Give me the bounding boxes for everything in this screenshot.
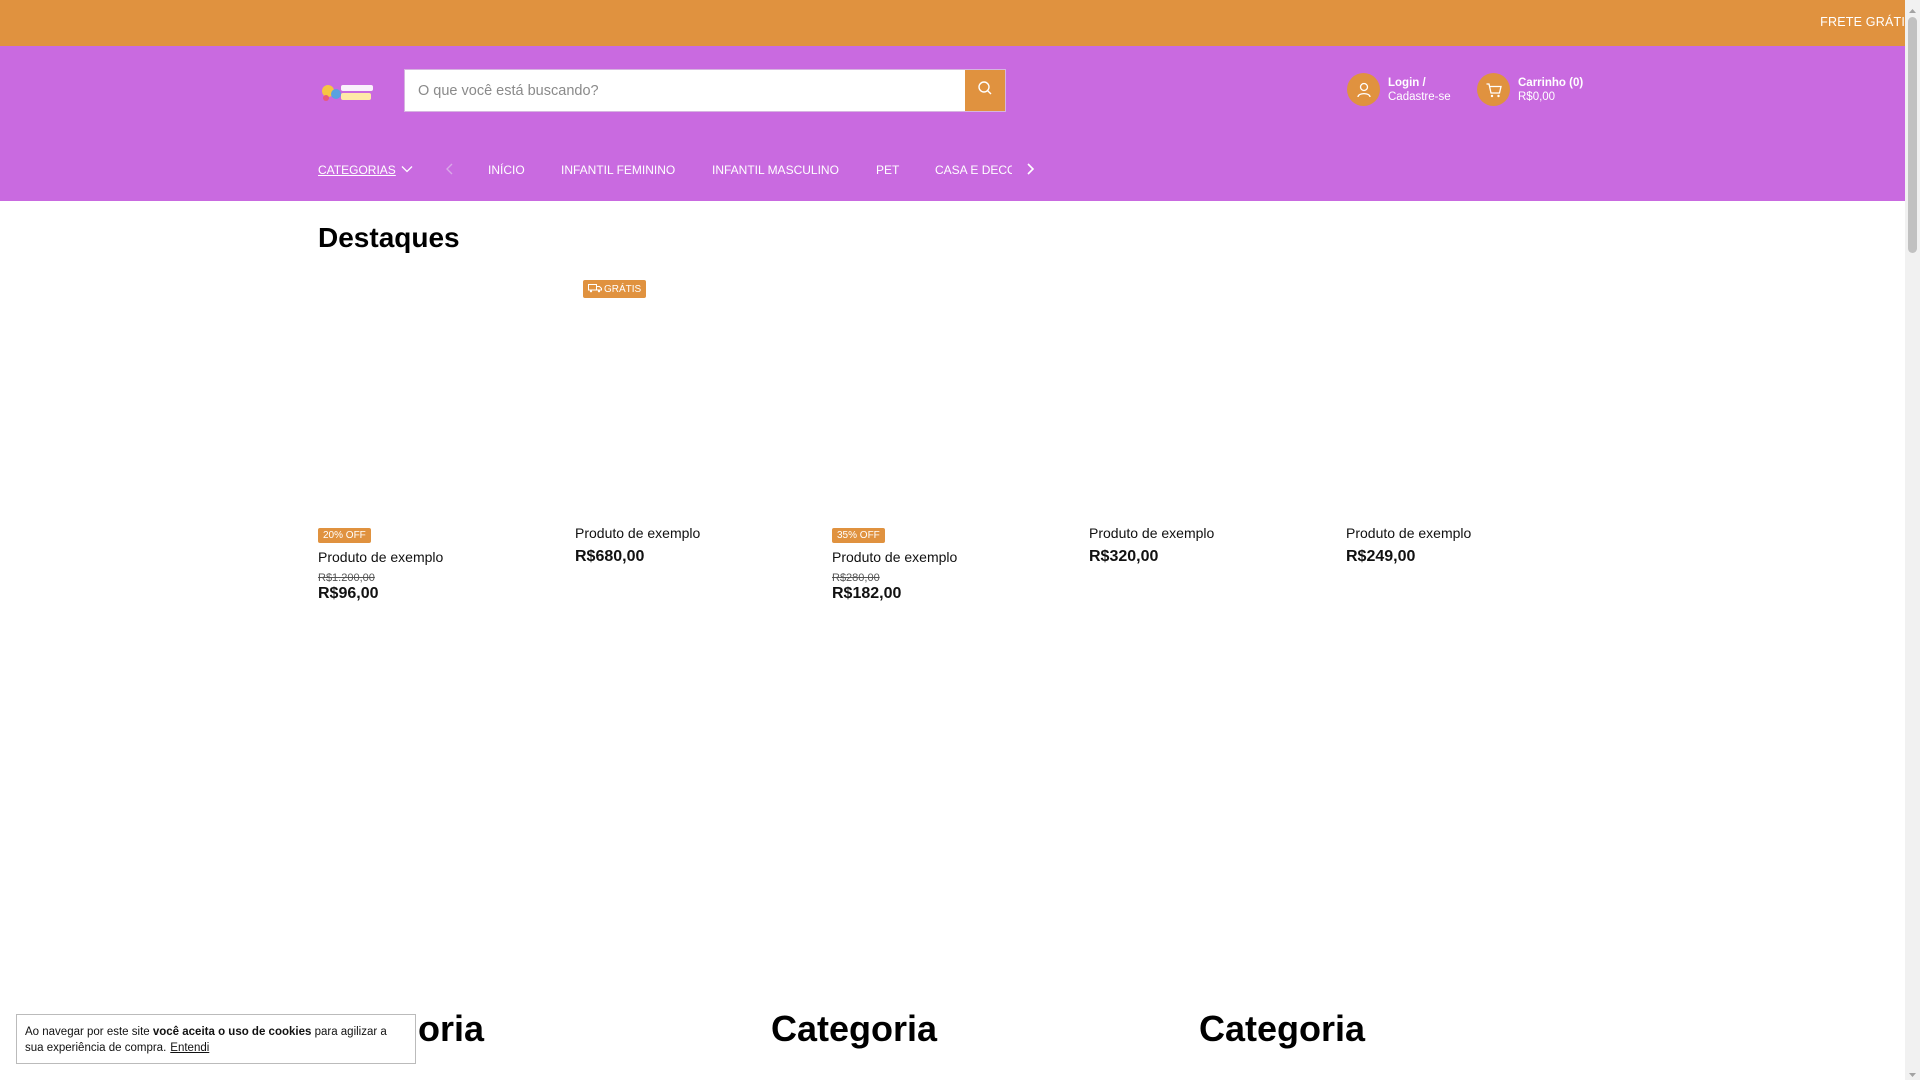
old-price: R$280,00 xyxy=(832,572,880,584)
nav-clip: CASA E DECOR xyxy=(935,159,1012,179)
site-header: Login / Cadastre-se Carrinho (0) R$0,00 … xyxy=(0,46,1905,201)
product-name[interactable]: Produto de exemplo xyxy=(575,525,815,541)
category-title[interactable]: Categoria xyxy=(1199,1008,1365,1050)
main-nav: CATEGORIAS INÍCIO INFANTIL FEMININO INFA… xyxy=(318,159,1038,179)
page-scrollbar[interactable] xyxy=(1905,0,1920,1080)
discount-badge: 20% OFF xyxy=(318,528,371,543)
product-name[interactable]: Produto de exemplo xyxy=(1089,525,1329,541)
scroll-down-icon[interactable] xyxy=(1908,1067,1917,1077)
account-link[interactable]: Login / Cadastre-se xyxy=(1347,73,1451,106)
product-price: R$320,00 xyxy=(1089,548,1159,565)
free-shipping-badge: GRÁTIS xyxy=(583,280,647,298)
search-button[interactable] xyxy=(965,70,1005,111)
cookie-accept-button[interactable]: Entendi xyxy=(170,1042,209,1054)
cart-link[interactable]: Carrinho (0) R$0,00 xyxy=(1477,73,1583,106)
product-price: R$182,00 xyxy=(832,585,902,602)
discount-badge: 35% OFF xyxy=(832,528,885,543)
nav-item-casa-e-decor[interactable]: CASA E DECOR xyxy=(935,163,1012,177)
product-name[interactable]: Produto de exemplo xyxy=(832,549,1072,565)
product-price: R$249,00 xyxy=(1346,548,1416,565)
highlights-title: Destaques xyxy=(318,222,460,253)
nav-item-pet[interactable]: PET xyxy=(876,163,899,177)
free-shipping-label: GRÁTIS xyxy=(604,283,642,295)
cart-icon xyxy=(1477,73,1510,106)
cookie-text-prefix: Ao navegar por este site xyxy=(25,1026,153,1038)
categories-menu[interactable]: CATEGORIAS xyxy=(318,163,396,177)
category-title[interactable]: Categoria xyxy=(771,1008,937,1050)
cart-count: Carrinho (0) xyxy=(1518,76,1584,89)
nav-item-inicio[interactable]: INÍCIO xyxy=(488,163,525,177)
product-name[interactable]: Produto de exemplo xyxy=(1346,525,1586,541)
product-name[interactable]: Produto de exemplo xyxy=(318,549,558,565)
scrollbar-thumb[interactable] xyxy=(1908,17,1917,253)
scroll-up-icon[interactable] xyxy=(1908,3,1917,13)
promo-text: FRETE GRÁTI xyxy=(1820,15,1905,29)
cookie-banner: Ao navegar por este site você aceita o u… xyxy=(16,1014,416,1064)
search-bar xyxy=(404,69,1006,112)
product-price: R$96,00 xyxy=(318,585,379,602)
chevron-down-icon xyxy=(400,162,414,181)
promo-bar: FRETE GRÁTI xyxy=(0,0,1905,46)
search-input[interactable] xyxy=(405,70,965,111)
nav-item-infantil-feminino[interactable]: INFANTIL FEMININO xyxy=(561,163,675,177)
product-price: R$680,00 xyxy=(575,548,645,565)
search-icon xyxy=(977,80,993,101)
nav-prev-button[interactable] xyxy=(444,162,456,181)
old-price: R$1.200,00 xyxy=(318,572,375,584)
cart-total: R$0,00 xyxy=(1518,90,1556,103)
signup-label: Cadastre-se xyxy=(1388,90,1451,103)
login-label: Login / xyxy=(1388,76,1426,89)
store-logo[interactable] xyxy=(318,76,376,106)
nav-next-button[interactable] xyxy=(1024,162,1036,181)
truck-icon xyxy=(588,283,602,296)
nav-item-infantil-masculino[interactable]: INFANTIL MASCULINO xyxy=(712,163,839,177)
user-icon xyxy=(1347,73,1380,106)
cookie-text-bold: você aceita o uso de cookies xyxy=(152,1026,312,1038)
